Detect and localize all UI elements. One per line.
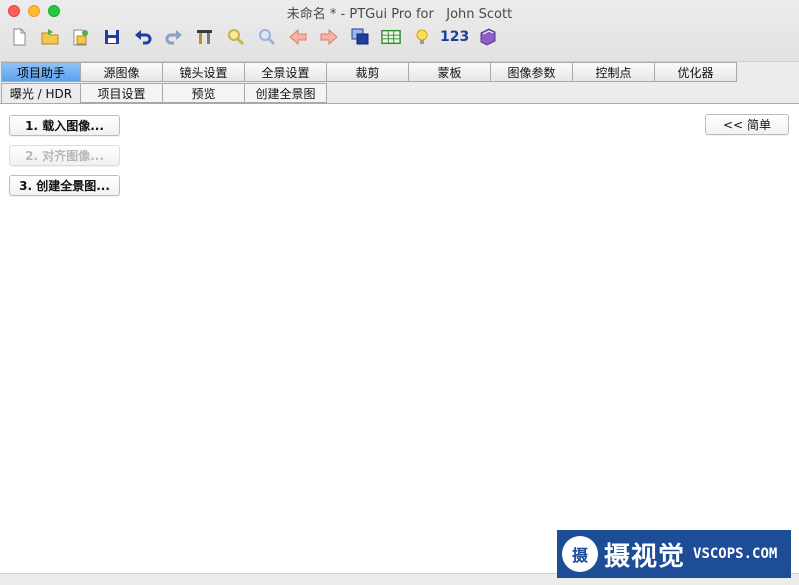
tab-control-points[interactable]: 控制点 <box>573 62 655 82</box>
table-icon[interactable] <box>380 26 402 48</box>
tab-project-assistant[interactable]: 项目助手 <box>1 62 81 82</box>
tab-preview[interactable]: 预览 <box>163 83 245 103</box>
tab-crop[interactable]: 裁剪 <box>327 62 409 82</box>
numbers-icon[interactable]: 123 <box>440 29 469 45</box>
watermark-logo-icon: 摄 <box>562 536 598 572</box>
tab-row-primary: 项目助手 源图像 镜头设置 全景设置 裁剪 蒙板 图像参数 控制点 优化器 <box>1 62 737 82</box>
load-images-button[interactable]: 1. 载入图像... <box>9 115 120 136</box>
zoom-out-icon[interactable] <box>256 26 278 48</box>
tab-lens-settings[interactable]: 镜头设置 <box>163 62 245 82</box>
zoom-in-icon[interactable] <box>225 26 247 48</box>
save-icon[interactable] <box>101 26 123 48</box>
window-title-user: John Scott <box>446 7 513 22</box>
tab-mask[interactable]: 蒙板 <box>409 62 491 82</box>
redo-icon[interactable] <box>163 26 185 48</box>
create-panorama-button[interactable]: 3. 创建全景图... <box>9 175 120 196</box>
help-book-icon[interactable] <box>477 26 499 48</box>
window-title: 未命名 * - PTGui Pro for John Scott <box>0 3 799 22</box>
simple-mode-button[interactable]: << 简单 <box>705 114 789 135</box>
tab-exposure-hdr[interactable]: 曝光 / HDR <box>1 83 81 103</box>
new-file-icon[interactable] <box>8 26 30 48</box>
watermark-cn-text: 摄视觉 <box>604 541 686 572</box>
ptgui-window: 未命名 * - PTGui Pro for John Scott 123 项目助… <box>0 0 799 585</box>
panorama-editor-icon[interactable] <box>349 26 371 48</box>
watermark-logo-char: 摄 <box>571 546 588 565</box>
open-recent-icon[interactable] <box>70 26 92 48</box>
project-assistant-panel: 1. 载入图像... 2. 对齐图像... 3. 创建全景图... << 简单 <box>0 103 799 573</box>
tab-source-images[interactable]: 源图像 <box>81 62 163 82</box>
toolbar: 123 <box>8 24 508 50</box>
open-folder-icon[interactable] <box>39 26 61 48</box>
tools-icon[interactable] <box>194 26 216 48</box>
tab-row-secondary: 曝光 / HDR 项目设置 预览 创建全景图 <box>1 83 327 103</box>
tab-create-panorama[interactable]: 创建全景图 <box>245 83 327 103</box>
align-images-button[interactable]: 2. 对齐图像... <box>9 145 120 166</box>
tab-image-parameters[interactable]: 图像参数 <box>491 62 573 82</box>
undo-icon[interactable] <box>132 26 154 48</box>
lightbulb-icon[interactable] <box>411 26 433 48</box>
watermark-en-text: VSCOPS.COM <box>693 546 778 562</box>
title-bar: 未命名 * - PTGui Pro for John Scott 123 <box>0 0 799 62</box>
window-title-text: 未命名 * - PTGui Pro for <box>286 7 434 22</box>
back-arrow-icon[interactable] <box>287 26 309 48</box>
tab-optimizer[interactable]: 优化器 <box>655 62 737 82</box>
tab-panorama-settings[interactable]: 全景设置 <box>245 62 327 82</box>
tab-project-settings[interactable]: 项目设置 <box>81 83 163 103</box>
watermark-banner: 摄 摄视觉 VSCOPS.COM <box>557 530 791 578</box>
forward-arrow-icon[interactable] <box>318 26 340 48</box>
